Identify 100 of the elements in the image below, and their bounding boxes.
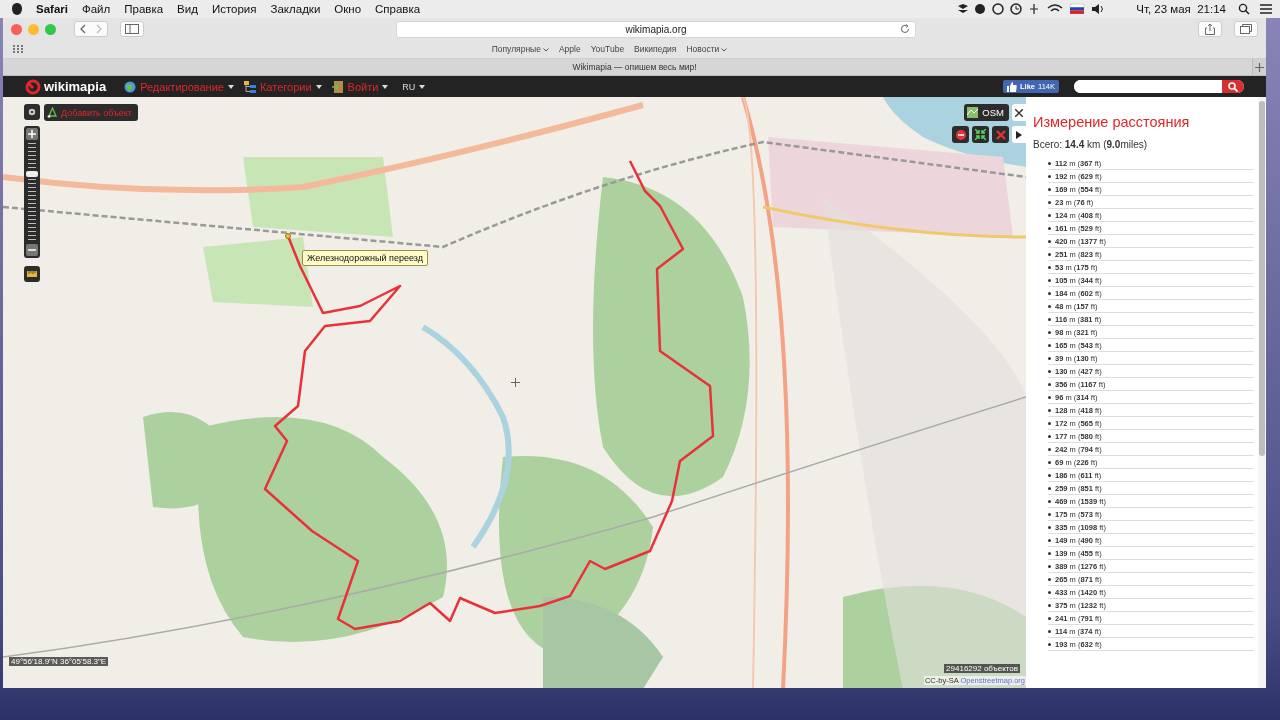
menu-item[interactable]: Вид	[177, 3, 198, 15]
new-tab-button[interactable]	[1252, 59, 1266, 75]
expand-panel-button[interactable]	[1012, 126, 1026, 143]
bullet-icon	[1048, 435, 1051, 438]
minus-circle-icon	[955, 129, 966, 140]
menu-item[interactable]: Справка	[375, 3, 421, 15]
object-count: 29416292 объектов	[944, 664, 1020, 673]
ruler-button[interactable]	[24, 266, 40, 282]
menu-item[interactable]: Файл	[81, 3, 111, 15]
bullet-icon	[1048, 630, 1051, 633]
bullet-icon	[1048, 409, 1051, 412]
share-button[interactable]	[1198, 21, 1222, 37]
bullet-icon	[1048, 513, 1051, 516]
bullet-icon	[1048, 422, 1051, 425]
search-icon[interactable]	[1238, 3, 1250, 15]
bullet-icon	[1048, 162, 1051, 165]
close-button[interactable]	[1012, 104, 1026, 121]
bookmark[interactable]: Новости	[686, 44, 728, 54]
zoom-in-button[interactable]	[26, 128, 38, 140]
plus-icon	[28, 130, 36, 138]
bookmark[interactable]: Apple	[558, 44, 581, 54]
bullet-icon	[1048, 344, 1051, 347]
bullet-icon	[1048, 643, 1051, 646]
bullet-icon	[1048, 552, 1051, 555]
bullet-icon	[1048, 604, 1051, 607]
zoom-slider-thumb[interactable]	[26, 171, 38, 178]
thumbs-up-icon	[1007, 81, 1017, 92]
caret-icon	[419, 84, 426, 89]
bullet-icon	[1048, 227, 1051, 230]
bullet-icon	[1048, 253, 1051, 256]
tab-title[interactable]: Wikimapia — опишем весь мир!	[572, 62, 697, 72]
menu-icon[interactable]	[1260, 4, 1272, 14]
search-button[interactable]	[1222, 80, 1244, 93]
close-icon	[1015, 108, 1023, 117]
bullet-icon	[1048, 357, 1051, 360]
minus-icon	[28, 246, 36, 254]
bullet-icon	[1048, 383, 1051, 386]
address-bar[interactable]: wikimapia.org	[396, 20, 916, 38]
add-place-icon	[47, 107, 58, 118]
reload-icon[interactable]	[900, 23, 910, 34]
tree-icon	[243, 80, 256, 93]
bullet-icon	[1048, 188, 1051, 191]
close-icon	[995, 129, 1006, 140]
map-icon	[967, 107, 979, 118]
bullet-icon	[1048, 526, 1051, 529]
tabs-icon	[1240, 24, 1252, 34]
map-tooltip: Железнодорожный переезд	[302, 250, 428, 266]
settings-button[interactable]	[24, 104, 40, 120]
language-menu[interactable]: RU	[402, 81, 426, 92]
map-layer-button[interactable]: OSM	[964, 104, 1009, 121]
bullet-icon	[1048, 539, 1051, 542]
settings-icon	[28, 108, 36, 116]
bookmark[interactable]: Википедия	[634, 44, 677, 54]
bullet-icon	[1048, 370, 1051, 373]
bullet-icon	[1048, 305, 1051, 308]
bullet-icon	[1048, 591, 1051, 594]
bullet-icon	[1048, 279, 1051, 282]
bookmark[interactable]: YouTube	[590, 44, 625, 54]
bullet-icon	[1048, 318, 1051, 321]
sidebar-button[interactable]	[120, 21, 144, 37]
search-icon	[1228, 81, 1238, 92]
menu-item[interactable]: Safari	[36, 3, 68, 15]
panel-title: Измерение расстояния	[1033, 114, 1191, 130]
menu-item[interactable]: Закладки	[270, 3, 321, 15]
bullet-icon	[1048, 487, 1051, 490]
bullet-icon	[1048, 175, 1051, 178]
wikimapia-logo[interactable]: wikimapia	[25, 78, 107, 95]
share-icon	[1205, 23, 1215, 35]
bullet-icon	[1048, 448, 1051, 451]
sidebar-icon	[125, 24, 139, 34]
fit-route-button[interactable]	[972, 126, 989, 143]
door-icon	[331, 80, 344, 93]
apps-grid-icon[interactable]	[13, 45, 23, 53]
plus-icon	[1255, 62, 1264, 72]
menu-item[interactable]: Правка	[124, 3, 164, 15]
bullet-icon	[1048, 214, 1051, 217]
bullet-icon	[1048, 331, 1051, 334]
play-icon	[1016, 130, 1022, 139]
clock[interactable]: Чт, 23 мая 21:14	[1136, 3, 1226, 15]
bullet-icon	[1048, 500, 1051, 503]
remove-point-button[interactable]	[952, 126, 969, 143]
menu-item[interactable]: История	[211, 3, 257, 15]
zoom-out-button[interactable]	[26, 244, 38, 256]
bullet-icon	[1048, 474, 1051, 477]
bullet-icon	[1048, 396, 1051, 399]
tabs-button[interactable]	[1234, 21, 1258, 37]
bookmark[interactable]: Популярные	[491, 44, 549, 54]
coordinates-text: 49°56'18.9"N 36°05'58.3"E	[9, 657, 109, 666]
bullet-icon	[1048, 617, 1051, 620]
menu-item[interactable]: Окно	[334, 3, 362, 15]
bullet-icon	[1048, 461, 1051, 464]
route-start-marker	[285, 233, 291, 239]
bullet-icon	[1048, 201, 1051, 204]
ruler-icon	[27, 271, 37, 277]
crosshair-icon	[511, 378, 520, 387]
bullet-icon	[1048, 240, 1051, 243]
bullet-icon	[1048, 292, 1051, 295]
bullet-icon	[1048, 266, 1051, 269]
scrollbar[interactable]	[1258, 97, 1266, 688]
collapse-icon	[975, 129, 986, 140]
